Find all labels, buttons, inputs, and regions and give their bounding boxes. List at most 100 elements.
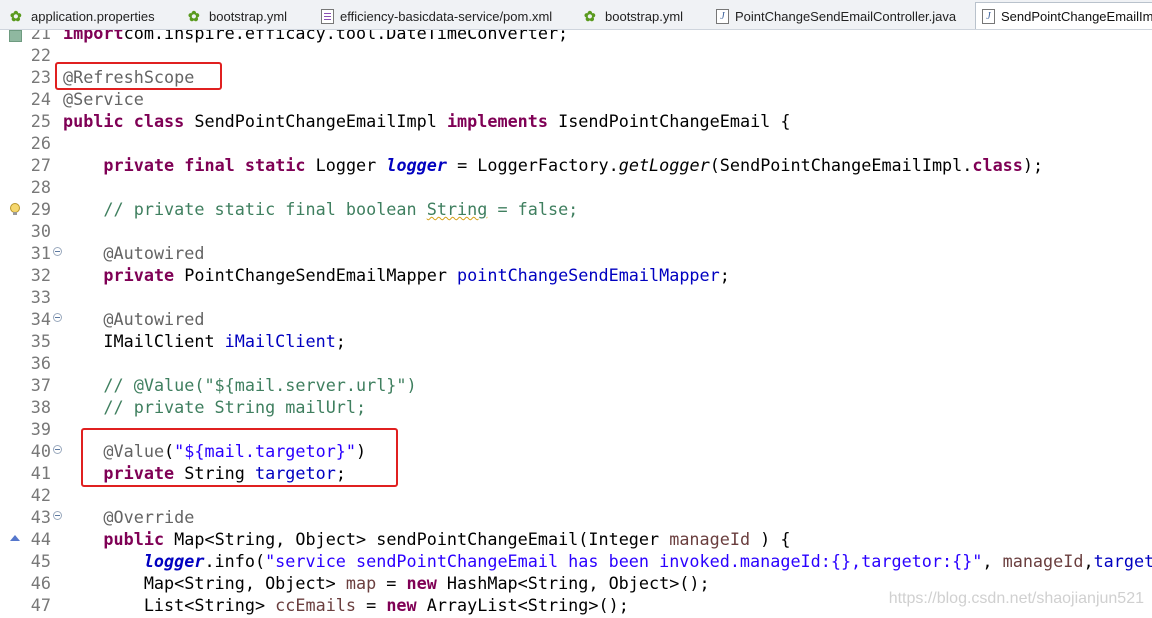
tab-application-properties[interactable]: ✿ application.properties (10, 3, 155, 29)
code-line[interactable]: 25 public class SendPointChangeEmailImpl … (0, 110, 1152, 132)
code-token: = (376, 573, 407, 593)
code-line[interactable]: 31 @Autowired (0, 242, 1152, 264)
code-token: new (406, 573, 437, 593)
code-line[interactable]: 24 @Service (0, 88, 1152, 110)
code-token: ; (335, 331, 346, 351)
line-number: 24 (30, 89, 51, 109)
tab-sendpointchange-impl[interactable]: J SendPointChangeEmailImp (975, 2, 1152, 29)
code-editor[interactable]: 21 importcom.inspire.efficacy.tool.DateTi… (0, 30, 1152, 618)
code-line[interactable]: 44 public Map<String, Object> sendPointC… (0, 528, 1152, 550)
code-token: List<String> (63, 595, 276, 615)
code-token: , (1083, 551, 1094, 571)
code-text: @Override (63, 506, 194, 528)
leaf-icon: ✿ (188, 8, 200, 24)
code-token: private (103, 265, 175, 285)
code-line[interactable]: 32 private PointChangeSendEmailMapper po… (0, 264, 1152, 286)
code-token: private (103, 155, 175, 175)
code-token: Logger (305, 155, 387, 175)
line-number: 31 (30, 243, 51, 263)
code-line[interactable]: 43 @Override (0, 506, 1152, 528)
watermark: https://blog.csdn.net/shaojianjun521 (888, 590, 1144, 607)
line-number: 27 (30, 155, 51, 175)
line-number: 46 (30, 573, 51, 593)
code-line[interactable]: 42 (0, 484, 1152, 506)
code-line[interactable]: 35 IMailClient iMailClient; (0, 330, 1152, 352)
code-line[interactable]: 38 // private String mailUrl; (0, 396, 1152, 418)
line-number: 32 (30, 265, 51, 285)
tab-pom-xml[interactable]: efficiency-basicdata-service/pom.xml (319, 3, 552, 29)
code-token: ; (719, 265, 730, 285)
code-line[interactable]: 27 private final static Logger logger = … (0, 154, 1152, 176)
tab-label: efficiency-basicdata-service/pom.xml (340, 8, 553, 24)
code-token: = (356, 595, 387, 615)
fold-toggle-icon[interactable] (53, 313, 62, 322)
line-number: 41 (30, 463, 51, 483)
code-token: // @Value("${mail.server.url}") (103, 375, 417, 395)
code-line[interactable]: 33 (0, 286, 1152, 308)
xml-file-icon (319, 8, 335, 24)
code-line[interactable]: 29 // private static final boolean Strin… (0, 198, 1152, 220)
code-token: "service sendPointChangeEmail has been i… (265, 551, 983, 571)
code-token: PointChangeSendEmailMapper (174, 265, 458, 285)
line-number: 45 (30, 551, 51, 571)
code-text: logger.info("service sendPointChangeEmai… (63, 550, 1152, 572)
code-line[interactable]: 45 logger.info("service sendPointChangeE… (0, 550, 1152, 572)
fold-toggle-icon[interactable] (53, 445, 62, 454)
code-token: = LoggerFactory. (446, 155, 619, 175)
code-token: @Autowired (103, 243, 205, 263)
code-line[interactable]: 28 (0, 176, 1152, 198)
code-line[interactable]: 34 @Autowired (0, 308, 1152, 330)
leaf-icon: ✿ (10, 8, 22, 24)
code-token: ArrayList<String>(); (416, 595, 629, 615)
code-text: // private static final boolean String =… (63, 198, 578, 220)
code-text: IMailClient iMailClient; (63, 330, 346, 352)
line-number: 43 (30, 507, 51, 527)
code-token: String (426, 199, 488, 219)
fold-toggle-icon[interactable] (53, 247, 62, 256)
line-number: 47 (30, 595, 51, 615)
line-number: 21 (30, 30, 51, 43)
code-token: ) { (750, 529, 791, 549)
code-token: IMailClient (63, 331, 225, 351)
tab-bootstrap-yml-2[interactable]: ✿ bootstrap.yml (584, 3, 683, 29)
code-token: ); (1022, 155, 1044, 175)
code-token: (SendPointChangeEmailImpl. (709, 155, 973, 175)
line-number: 33 (30, 287, 51, 307)
code-token: manageId (669, 529, 751, 549)
code-text: // @Value("${mail.server.url}") (63, 374, 417, 396)
line-number: 38 (30, 397, 51, 417)
code-text: public class SendPointChangeEmailImpl im… (63, 110, 790, 132)
line-number: 23 (30, 67, 51, 87)
tab-bootstrap-yml[interactable]: ✿ bootstrap.yml (188, 3, 287, 29)
code-token: = false; (487, 199, 579, 219)
line-number: 30 (30, 221, 51, 241)
code-token: new (386, 595, 417, 615)
tab-label: bootstrap.yml (605, 8, 684, 24)
leaf-icon: ✿ (584, 8, 596, 24)
code-token: class (972, 155, 1023, 175)
code-line[interactable]: 30 (0, 220, 1152, 242)
code-token: static (244, 155, 306, 175)
tab-pointchange-controller[interactable]: J PointChangeSendEmailController.java (714, 3, 956, 29)
fold-toggle-icon[interactable] (53, 511, 62, 520)
code-line[interactable]: 21 importcom.inspire.efficacy.tool.DateTi… (0, 30, 1152, 44)
code-line[interactable]: 26 (0, 132, 1152, 154)
tab-label: PointChangeSendEmailController.java (735, 8, 957, 24)
line-number: 29 (30, 199, 51, 219)
code-line[interactable]: 37 // @Value("${mail.server.url}") (0, 374, 1152, 396)
line-number: 35 (30, 331, 51, 351)
code-token: logger (386, 155, 447, 175)
tab-label: bootstrap.yml (209, 8, 288, 24)
code-token: logger (143, 551, 205, 571)
code-line[interactable]: 36 (0, 352, 1152, 374)
code-token: SendPointChangeEmailImpl (184, 111, 447, 131)
code-token: // private String mailUrl; (103, 397, 367, 417)
